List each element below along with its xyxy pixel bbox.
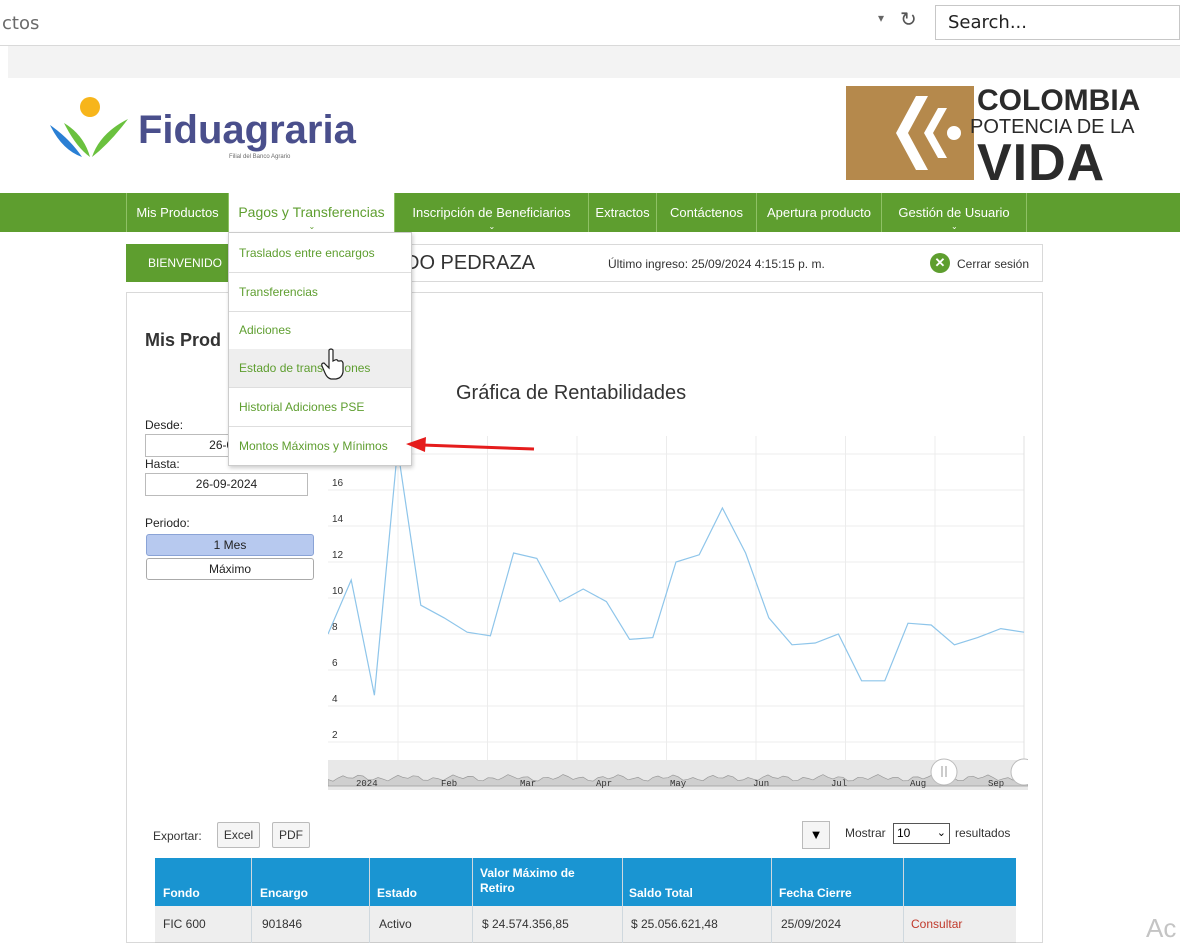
- navigator-label: Feb: [441, 779, 457, 789]
- y-tick-label: 4: [332, 694, 338, 705]
- navigator-handle-left: [930, 758, 958, 786]
- menu-label: Apertura producto: [766, 205, 872, 220]
- hand-cursor-icon: [321, 348, 344, 380]
- page-size-select[interactable]: 10 ⌄: [893, 823, 950, 844]
- navigator-label: Aug: [910, 779, 926, 789]
- filter-icon[interactable]: ▼: [802, 821, 830, 849]
- close-circle-icon[interactable]: ✕: [930, 253, 950, 273]
- menu-extractos[interactable]: Extractos: [588, 193, 656, 232]
- navigator-label: 2024: [356, 779, 378, 789]
- logout-link[interactable]: Cerrar sesión: [957, 257, 1029, 271]
- export-label: Exportar:: [153, 829, 202, 843]
- y-tick-label: 12: [332, 550, 344, 561]
- navigator-label: Apr: [596, 779, 612, 789]
- hasta-label: Hasta:: [145, 457, 180, 471]
- navigator-label: May: [670, 779, 687, 789]
- navigator-label: Sep: [988, 779, 1004, 789]
- browser-search-input[interactable]: Search...: [935, 5, 1180, 40]
- menu-contactenos[interactable]: Contáctenos: [656, 193, 756, 232]
- dropdown-item-historial-pse[interactable]: Historial Adiciones PSE: [229, 388, 411, 427]
- col-header-valor-max[interactable]: Valor Máximo de Retiro: [480, 866, 600, 896]
- cell-estado: Activo: [379, 917, 412, 931]
- export-pdf-button[interactable]: PDF: [272, 822, 310, 848]
- column-divider: [472, 858, 473, 943]
- col-header-fecha-cierre[interactable]: Fecha Cierre: [779, 886, 852, 900]
- fiduagraria-subtitle: Filial del Banco Agrario: [229, 154, 291, 160]
- y-tick-label: 16: [332, 478, 344, 489]
- chevron-down-icon: ⌄: [936, 827, 946, 839]
- series-line: [328, 448, 1025, 696]
- menu-label: Extractos: [595, 205, 650, 220]
- browser-toolbar-band: [8, 46, 1180, 78]
- user-name: DO PEDRAZA: [405, 252, 536, 274]
- menu-label: Gestión de Usuario: [898, 205, 1010, 220]
- consultar-link[interactable]: Consultar: [911, 917, 962, 931]
- dropdown-item-adiciones[interactable]: Adiciones: [229, 311, 411, 350]
- export-excel-button[interactable]: Excel: [217, 822, 260, 848]
- navigator-label: Jun: [753, 779, 769, 789]
- column-divider: [622, 858, 623, 943]
- page-title: Mis Prod: [145, 330, 222, 350]
- resultados-label: resultados: [955, 826, 1011, 840]
- menu-label: Mis Productos: [136, 205, 219, 220]
- cell-saldo: $ 25.056.621,48: [631, 917, 718, 931]
- chart-title: Gráfica de Rentabilidades: [456, 382, 687, 404]
- address-input[interactable]: ctos: [0, 10, 930, 38]
- col-header-encargo[interactable]: Encargo: [260, 886, 308, 900]
- colombia-vida: VIDA: [977, 134, 1106, 192]
- column-divider: [251, 858, 252, 943]
- column-divider: [771, 858, 772, 943]
- menu-label: Contáctenos: [670, 205, 743, 220]
- menu-inscripcion-beneficiarios[interactable]: Inscripción de Beneficiarios ⌄: [394, 193, 588, 232]
- windows-watermark-text: Ac: [1146, 913, 1177, 943]
- column-divider: [903, 858, 904, 943]
- y-tick-label: 14: [332, 514, 344, 525]
- y-tick-label: 6: [332, 658, 338, 669]
- hasta-date-input[interactable]: 26-09-2024: [145, 473, 308, 496]
- red-arrow-icon: [406, 437, 535, 452]
- col-header-estado[interactable]: Estado: [377, 886, 417, 900]
- last-login-text: Último ingreso: 25/09/2024 4:15:15 p. m.: [608, 257, 825, 271]
- navigator-label: Jul: [831, 779, 847, 789]
- column-divider: [369, 858, 370, 943]
- col-header-saldo[interactable]: Saldo Total: [629, 886, 693, 900]
- fiduagraria-brand-name: Fiduagraria: [138, 108, 356, 152]
- address-dropdown-icon[interactable]: ▾: [878, 11, 884, 25]
- dropdown-item-traslados[interactable]: Traslados entre encargos: [229, 234, 411, 273]
- mostrar-label: Mostrar: [845, 826, 886, 840]
- menu-label: Pagos y Transferencias: [238, 204, 385, 220]
- reload-icon[interactable]: ↻: [900, 7, 917, 32]
- col-header-fondo[interactable]: Fondo: [163, 886, 200, 900]
- cell-fecha-cierre: 25/09/2024: [781, 917, 842, 931]
- period-maximo-button[interactable]: Máximo: [146, 558, 314, 580]
- menu-label: Inscripción de Beneficiarios: [412, 205, 571, 220]
- dropdown-item-transferencias[interactable]: Transferencias: [229, 273, 411, 312]
- menu-pagos-transferencias[interactable]: Pagos y Transferencias ⌄: [228, 193, 394, 232]
- cell-encargo: 901846: [262, 917, 303, 931]
- chevron-down-icon: ⌄: [488, 222, 496, 231]
- cell-fondo: FIC 600: [163, 917, 206, 931]
- welcome-label: BIENVENIDO: [126, 244, 231, 282]
- colombia-emblem-icon: [846, 86, 974, 180]
- dropdown-item-montos-maximos[interactable]: Montos Máximos y Mínimos: [229, 427, 411, 466]
- periodo-label: Periodo:: [145, 516, 190, 530]
- navigator-label: Mar: [520, 779, 536, 789]
- menu-apertura-producto[interactable]: Apertura producto: [756, 193, 881, 232]
- menu-gestion-usuario[interactable]: Gestión de Usuario ⌄: [881, 193, 1027, 232]
- y-tick-label: 2: [332, 730, 338, 741]
- page-size-value: 10: [897, 826, 911, 840]
- chevron-down-icon: ⌄: [308, 222, 316, 231]
- colombia-title: COLOMBIA: [977, 84, 1141, 117]
- cell-valor-max: $ 24.574.356,85: [482, 917, 569, 931]
- y-tick-label: 10: [332, 586, 344, 597]
- menu-mis-productos[interactable]: Mis Productos: [126, 193, 228, 232]
- desde-label: Desde:: [145, 418, 184, 432]
- chevron-down-icon: ⌄: [951, 222, 958, 231]
- rentabilidad-chart: 246810121416186002024FebMarAprMayJunJulA…: [328, 422, 1028, 790]
- period-1mes-button[interactable]: 1 Mes: [146, 534, 314, 556]
